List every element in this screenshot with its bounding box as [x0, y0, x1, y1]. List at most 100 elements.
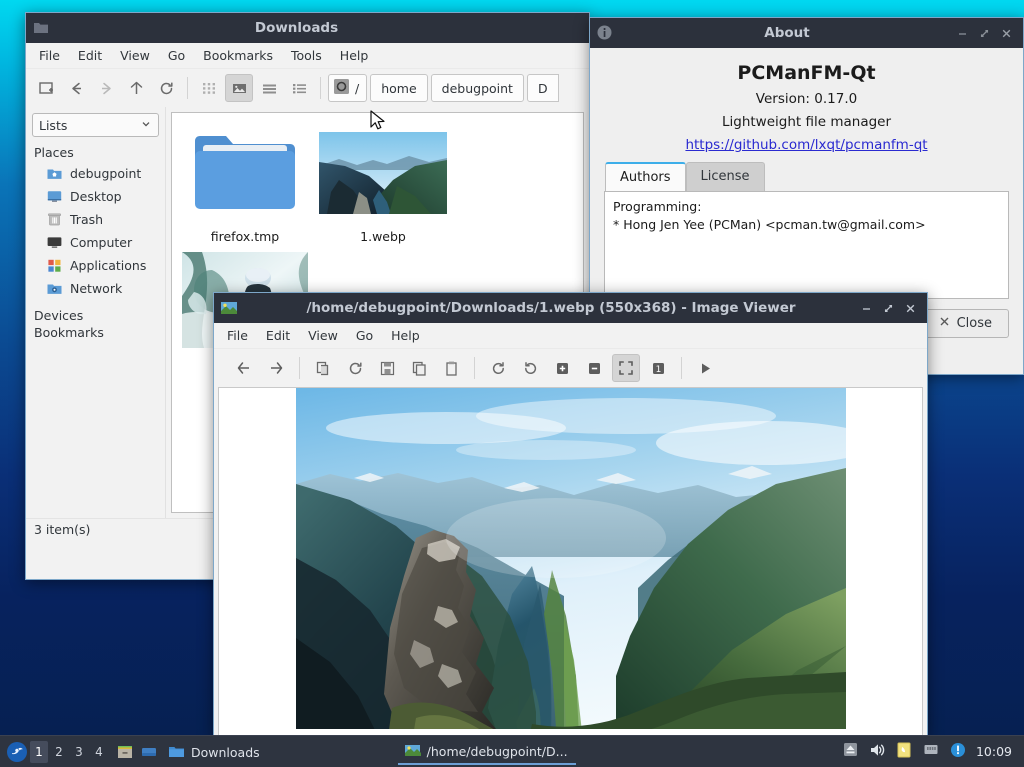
tab-license[interactable]: License [686, 162, 765, 191]
close-button-labeled[interactable]: Close [922, 309, 1009, 338]
menu-file[interactable]: File [30, 45, 69, 66]
lubuntu-bird-icon[interactable] [6, 741, 28, 763]
reload-icon[interactable] [152, 74, 180, 102]
item-count-label: 3 item(s) [34, 522, 90, 537]
sidebar-item-computer[interactable]: Computer [32, 231, 159, 254]
forward-icon[interactable] [262, 354, 290, 382]
displayed-image [296, 388, 846, 729]
image-viewer-toolbar[interactable]: 1 [214, 349, 927, 387]
open-file-icon[interactable] [309, 354, 337, 382]
menu-go[interactable]: Go [159, 45, 194, 66]
workspace-button-4[interactable]: 4 [90, 741, 108, 763]
forward-icon[interactable] [92, 74, 120, 102]
rotate-counterclockwise-icon[interactable] [516, 354, 544, 382]
tab-authors[interactable]: Authors [605, 162, 686, 191]
path-button-debugpoint[interactable]: debugpoint [431, 74, 524, 102]
path-button-downloads[interactable]: D [527, 74, 559, 102]
image-viewer-window[interactable]: /home/debugpoint/Downloads/1.webp (550x3… [213, 292, 928, 737]
menu-help[interactable]: Help [382, 325, 429, 346]
sidebar-item-trash[interactable]: Trash [32, 208, 159, 231]
workspace-button-3[interactable]: 3 [70, 741, 88, 763]
file-manager-menubar[interactable]: File Edit View Go Bookmarks Tools Help [26, 43, 589, 69]
file-manager-titlebar[interactable]: Downloads [26, 13, 589, 43]
about-homepage-link[interactable]: https://github.com/lxqt/pcmanfm-qt [685, 137, 927, 153]
system-tray[interactable]: 10:09 [842, 741, 1018, 763]
folder-blue-icon[interactable] [138, 741, 160, 763]
menu-edit[interactable]: Edit [257, 325, 299, 346]
back-icon[interactable] [230, 354, 258, 382]
menu-file[interactable]: File [218, 325, 257, 346]
sidebar-mode-selector[interactable]: Lists [32, 113, 159, 137]
taskbar-left[interactable]: 1 2 3 4 Downloads [6, 739, 576, 765]
close-button[interactable] [1000, 27, 1013, 40]
network-icon[interactable] [922, 741, 940, 763]
menu-view[interactable]: View [111, 45, 159, 66]
paste-icon[interactable] [437, 354, 465, 382]
taskbar-item-downloads[interactable]: Downloads [162, 740, 268, 764]
archive-manager-icon[interactable] [114, 741, 136, 763]
path-button-root[interactable]: / [328, 74, 367, 102]
image-canvas[interactable] [218, 387, 923, 739]
path-label-root: / [355, 81, 359, 96]
sidebar-item-debugpoint[interactable]: debugpoint [32, 162, 159, 185]
reload-icon[interactable] [341, 354, 369, 382]
about-titlebar[interactable]: About [590, 18, 1023, 48]
about-tabbar[interactable]: Authors License [604, 162, 1009, 191]
icon-view-icon[interactable] [195, 74, 223, 102]
file-item[interactable]: 1.webp [314, 121, 452, 248]
detailed-list-view-icon[interactable] [285, 74, 313, 102]
taskbar-label-image-viewer: /home/debugpoint/D... [427, 744, 568, 759]
image-viewer-menubar[interactable]: File Edit View Go Help [214, 323, 927, 349]
workspace-button-2[interactable]: 2 [50, 741, 68, 763]
menu-help[interactable]: Help [331, 45, 378, 66]
taskbar[interactable]: 1 2 3 4 Downloads [0, 735, 1024, 767]
file-item[interactable]: firefox.tmp [176, 121, 314, 248]
workspace-button-1[interactable]: 1 [30, 741, 48, 763]
zoom-fit-icon[interactable] [612, 354, 640, 382]
zoom-out-icon[interactable] [580, 354, 608, 382]
new-tab-icon[interactable] [32, 74, 60, 102]
menu-view[interactable]: View [299, 325, 347, 346]
back-icon[interactable] [62, 74, 90, 102]
file-manager-title: Downloads [54, 20, 539, 36]
copy-icon[interactable] [405, 354, 433, 382]
toolbar-separator [187, 77, 188, 99]
sidebar-item-desktop[interactable]: Desktop [32, 185, 159, 208]
file-manager-sidebar[interactable]: Lists Places debugpoint Deskt [26, 107, 166, 518]
clock: 10:09 [976, 744, 1012, 759]
applications-icon [46, 257, 63, 274]
minimize-button[interactable] [956, 27, 969, 40]
rotate-clockwise-icon[interactable] [484, 354, 512, 382]
maximize-button[interactable] [882, 302, 895, 315]
menu-bookmarks[interactable]: Bookmarks [194, 45, 282, 66]
folder-icon [168, 743, 185, 763]
sidebar-item-network[interactable]: Network [32, 277, 159, 300]
image-viewer-titlebar[interactable]: /home/debugpoint/Downloads/1.webp (550x3… [214, 293, 927, 323]
zoom-original-icon[interactable]: 1 [644, 354, 672, 382]
zoom-in-icon[interactable] [548, 354, 576, 382]
taskbar-item-image-viewer[interactable]: /home/debugpoint/D... [398, 739, 576, 765]
compact-view-icon[interactable] [255, 74, 283, 102]
eject-icon[interactable] [842, 741, 859, 762]
volume-icon[interactable] [868, 741, 886, 763]
folder-thumbnail [189, 125, 301, 221]
minimize-button[interactable] [860, 302, 873, 315]
menu-edit[interactable]: Edit [69, 45, 111, 66]
toolbar-separator [299, 357, 300, 379]
file-manager-toolbar[interactable]: / home debugpoint D [26, 69, 589, 107]
up-icon[interactable] [122, 74, 150, 102]
menu-go[interactable]: Go [347, 325, 382, 346]
path-button-home[interactable]: home [370, 74, 427, 102]
maximize-button[interactable] [978, 27, 991, 40]
menu-tools[interactable]: Tools [282, 45, 331, 66]
save-as-icon[interactable] [373, 354, 401, 382]
sidebar-label-desktop: Desktop [70, 189, 122, 204]
sidebar-item-applications[interactable]: Applications [32, 254, 159, 277]
close-button[interactable] [904, 302, 917, 315]
slideshow-icon[interactable] [691, 354, 719, 382]
thumbnail-view-icon[interactable] [225, 74, 253, 102]
update-icon[interactable] [949, 741, 967, 763]
sidebar-label-trash: Trash [70, 212, 103, 227]
clipboard-icon[interactable] [895, 741, 913, 763]
sidebar-mode-label: Lists [39, 118, 67, 133]
